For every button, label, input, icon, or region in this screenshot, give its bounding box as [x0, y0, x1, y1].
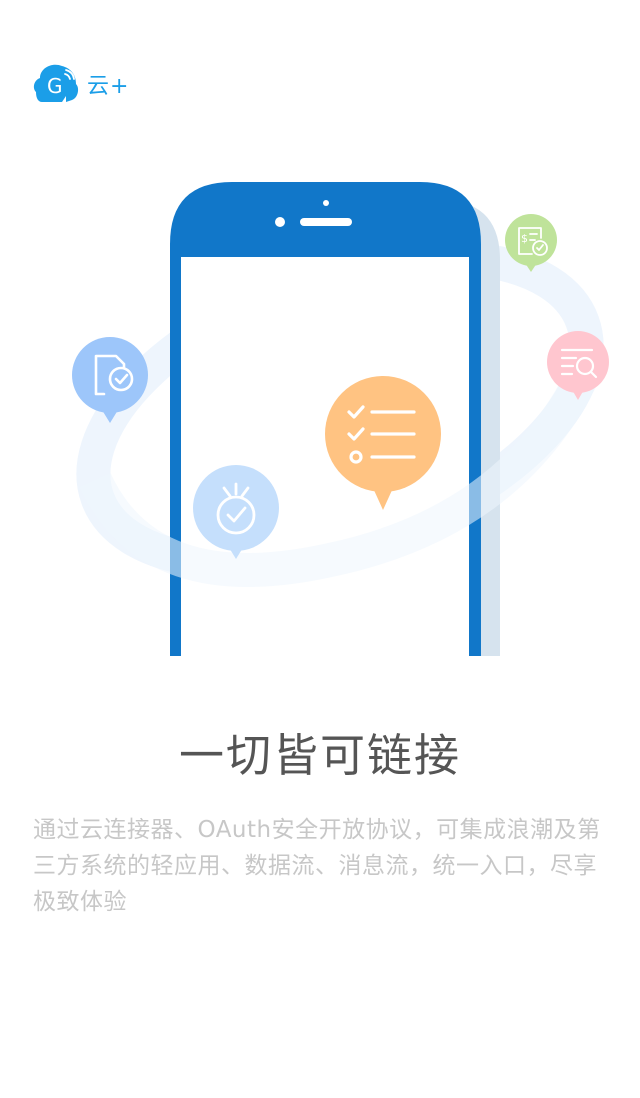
- page-description: 通过云连接器、OAuth安全开放协议，可集成浪潮及第三方系统的轻应用、数据流、消…: [33, 817, 601, 915]
- hero-illustration: $: [72, 182, 609, 657]
- phone-camera: [275, 217, 285, 227]
- phone-sensor: [323, 200, 329, 206]
- svg-text:$: $: [521, 232, 528, 245]
- phone-speaker: [300, 218, 352, 226]
- page-title: 一切皆可链接: [178, 729, 461, 782]
